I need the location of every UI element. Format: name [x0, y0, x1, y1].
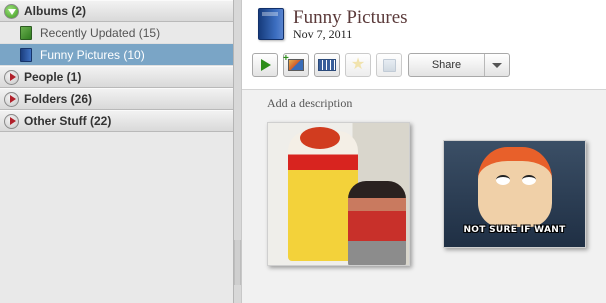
section-label: Albums (2) — [24, 4, 87, 18]
share-dropdown-button[interactable] — [485, 62, 509, 68]
section-label: Folders (26) — [24, 92, 93, 106]
star-button[interactable]: ★ — [345, 53, 371, 77]
save-button[interactable] — [376, 53, 402, 77]
child-figure — [348, 181, 406, 265]
chevron-down-icon — [492, 62, 502, 68]
save-disk-icon — [382, 58, 396, 72]
meme-caption: NOT SURE IF WANT — [463, 225, 566, 235]
photo-thumbnail-clown[interactable] — [267, 122, 410, 266]
album-cover-icon — [258, 8, 284, 40]
album-title[interactable]: Funny Pictures — [293, 7, 408, 29]
collapse-toggle-icon[interactable] — [4, 91, 19, 107]
album-view: Funny Pictures Nov 7, 2011 ★ Share — [241, 0, 606, 303]
expand-toggle-icon[interactable] — [4, 3, 19, 19]
album-item-label: Recently Updated (15) — [40, 25, 161, 40]
recent-album-icon — [20, 25, 32, 40]
share-button[interactable]: Share — [408, 53, 510, 77]
section-albums[interactable]: Albums (2) — [0, 0, 233, 22]
film-strip-icon — [318, 59, 336, 71]
album-header: Funny Pictures Nov 7, 2011 ★ Share — [242, 0, 606, 90]
star-icon: ★ — [350, 56, 366, 73]
album-item-label: Funny Pictures (10) — [40, 47, 145, 62]
sidebar: Albums (2) Recently Updated (15) Funny P… — [0, 0, 234, 303]
section-other-stuff[interactable]: Other Stuff (22) — [0, 110, 233, 132]
section-people[interactable]: People (1) — [0, 66, 233, 88]
album-description-field[interactable]: Add a description — [267, 96, 352, 111]
share-button-label: Share — [409, 54, 485, 76]
play-slideshow-button[interactable] — [252, 53, 278, 77]
add-photos-button[interactable] — [283, 53, 309, 77]
section-label: Other Stuff (22) — [24, 114, 112, 128]
add-image-icon — [283, 53, 304, 71]
photo-thumbnail-fry-meme[interactable]: NOT SURE IF WANT — [443, 140, 586, 248]
fry-character — [478, 147, 552, 227]
album-item-recently-updated[interactable]: Recently Updated (15) — [0, 22, 233, 44]
toolbar: ★ Share — [252, 53, 510, 77]
pane-splitter-handle[interactable] — [234, 240, 241, 285]
album-date: Nov 7, 2011 — [293, 27, 353, 41]
create-movie-button[interactable] — [314, 53, 340, 77]
album-item-funny-pictures[interactable]: Funny Pictures (10) — [0, 44, 233, 66]
collapse-toggle-icon[interactable] — [4, 69, 19, 85]
collapse-toggle-icon[interactable] — [4, 113, 19, 129]
section-label: People (1) — [24, 70, 82, 84]
album-book-icon — [20, 47, 32, 62]
section-folders[interactable]: Folders (26) — [0, 88, 233, 110]
play-icon — [261, 59, 271, 71]
